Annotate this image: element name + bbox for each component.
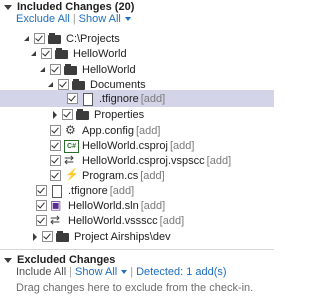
row-checkbox[interactable]	[50, 170, 61, 181]
row-checkbox[interactable]	[50, 64, 61, 75]
tree-item-label: Properties	[94, 108, 145, 121]
tree-item-label: HelloWorld	[73, 47, 127, 60]
folder-icon	[72, 78, 86, 91]
csharp-file-icon	[64, 168, 79, 182]
tree-item-label: Project Airships\dev	[74, 230, 171, 243]
change-type-tag: [add]	[140, 169, 165, 182]
section-divider	[0, 249, 274, 250]
separator: |	[72, 13, 76, 25]
expand-toggle-icon[interactable]	[38, 65, 47, 74]
row-checkbox[interactable]	[42, 231, 53, 242]
file-icon	[81, 92, 95, 106]
tree-item-label: HelloWorld	[82, 63, 136, 76]
change-type-tag: [add]	[135, 124, 161, 137]
folder-icon	[64, 63, 78, 76]
change-type-tag: [add]	[109, 184, 135, 197]
vssscc-icon	[50, 213, 64, 227]
row-checkbox[interactable]	[62, 109, 73, 120]
tree-row-properties[interactable]: Properties	[0, 106, 274, 123]
tree-item-label: HelloWorld.csproj.vspscc	[82, 154, 205, 167]
expand-toggle-icon[interactable]	[46, 80, 55, 89]
row-checkbox[interactable]	[50, 140, 61, 151]
row-checkbox[interactable]	[36, 200, 47, 211]
expand-toggle-icon[interactable]	[29, 49, 38, 58]
exclude-drop-hint: Drag changes here to exclude from the ch…	[16, 282, 254, 294]
collapse-arrow-icon[interactable]	[4, 4, 12, 10]
change-type-tag: [add]	[206, 154, 232, 167]
include-all-link[interactable]: Include All	[16, 266, 66, 278]
tree-row-airships[interactable]: Project Airships\dev	[0, 228, 274, 245]
row-checkbox[interactable]	[41, 48, 52, 59]
tree-item-label: App.config	[82, 124, 134, 137]
folder-icon	[55, 47, 69, 60]
folder-icon	[48, 32, 62, 45]
chevron-down-icon	[124, 17, 131, 22]
tree-item-label: C:\Projects	[66, 32, 120, 45]
tree-item-label: Documents	[90, 78, 146, 91]
show-all-dropdown[interactable]: Show All	[75, 266, 128, 278]
change-type-tag: [add]	[159, 214, 185, 227]
row-checkbox[interactable]	[36, 215, 47, 226]
row-checkbox[interactable]	[34, 33, 45, 44]
tree-row-tfignore-selected[interactable]: .tfignore [add]	[0, 90, 274, 107]
expand-toggle-icon[interactable]	[22, 34, 31, 43]
tree-item-label: .tfignore	[68, 184, 108, 197]
row-checkbox[interactable]	[58, 79, 69, 90]
tree-row-vssscc[interactable]: HelloWorld.vssscc [add]	[0, 212, 274, 229]
chevron-down-icon	[121, 270, 128, 275]
separator: |	[130, 266, 134, 278]
expand-toggle-icon[interactable]	[50, 110, 59, 119]
tree-item-label: .tfignore	[99, 92, 139, 105]
csproj-icon	[64, 139, 79, 153]
separator: |	[69, 266, 73, 278]
exclude-all-link[interactable]: Exclude All	[16, 13, 70, 25]
change-type-tag: [add]	[170, 139, 195, 152]
folder-icon	[56, 230, 70, 243]
tree-item-label: HelloWorld.sln	[68, 199, 139, 212]
row-checkbox[interactable]	[36, 185, 47, 196]
show-all-dropdown[interactable]: Show All	[79, 13, 131, 25]
row-checkbox[interactable]	[50, 125, 61, 136]
expand-toggle-icon[interactable]	[30, 232, 39, 241]
vspscc-icon	[64, 153, 78, 167]
tree-item-label: Program.cs	[82, 169, 139, 182]
excluded-actions-bar: Include All | Show All | Detected: 1 add…	[16, 265, 227, 279]
row-checkbox[interactable]	[67, 93, 78, 104]
tree-item-label: HelloWorld.vssscc	[68, 214, 158, 227]
folder-icon	[76, 108, 90, 121]
collapse-arrow-icon[interactable]	[4, 257, 12, 263]
solution-icon	[50, 198, 64, 212]
file-icon	[50, 184, 64, 198]
tree-item-label: HelloWorld.csproj	[82, 139, 168, 152]
row-checkbox[interactable]	[50, 155, 61, 166]
change-type-tag: [add]	[140, 199, 166, 212]
tree-row-helloworld[interactable]: HelloWorld	[0, 45, 274, 62]
change-type-tag: [add]	[140, 92, 166, 105]
included-actions-bar: Exclude All | Show All	[16, 12, 131, 26]
config-icon	[64, 123, 78, 137]
detected-link[interactable]: Detected: 1 add(s)	[136, 266, 227, 278]
